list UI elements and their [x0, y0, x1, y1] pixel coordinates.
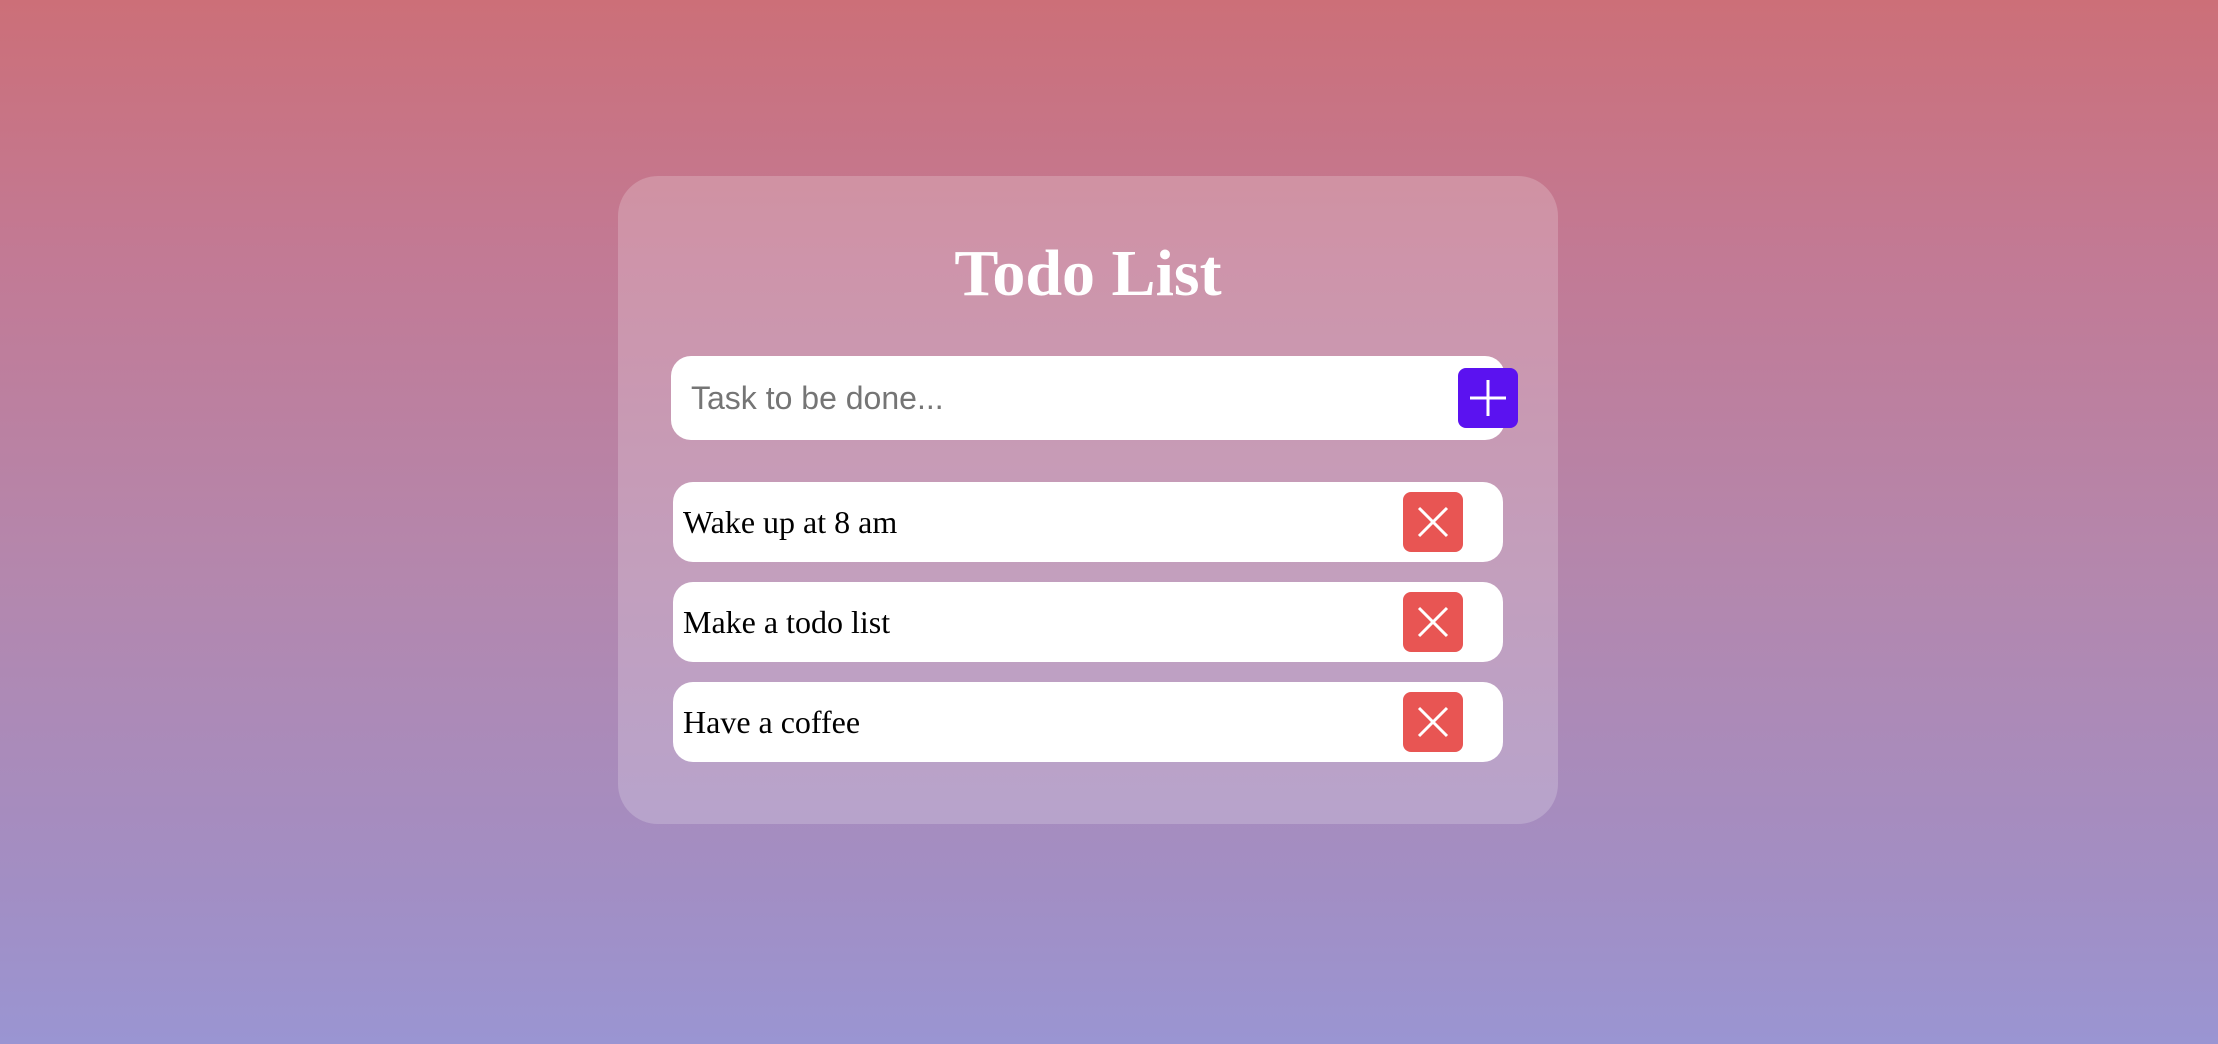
todo-card: Todo List Wake up at 8 am Make a todo li… [618, 176, 1558, 824]
add-task-button[interactable] [1458, 368, 1518, 428]
page-title: Todo List [954, 237, 1222, 310]
delete-task-button[interactable] [1403, 492, 1463, 552]
task-text: Have a coffee [683, 704, 861, 740]
task-input-container [671, 356, 1518, 440]
task-text: Make a todo list [683, 604, 891, 640]
list-item: Make a todo list [673, 582, 1503, 662]
task-text: Wake up at 8 am [683, 504, 898, 540]
close-icon [1417, 606, 1449, 638]
list-item: Wake up at 8 am [673, 482, 1503, 562]
close-icon [1417, 506, 1449, 538]
delete-task-button[interactable] [1403, 692, 1463, 752]
list-item: Have a coffee [673, 682, 1503, 762]
task-list: Wake up at 8 am Make a todo list Have a … [673, 482, 1503, 782]
plus-icon [1470, 380, 1506, 416]
delete-task-button[interactable] [1403, 592, 1463, 652]
close-icon [1417, 706, 1449, 738]
task-input[interactable] [691, 370, 1381, 426]
